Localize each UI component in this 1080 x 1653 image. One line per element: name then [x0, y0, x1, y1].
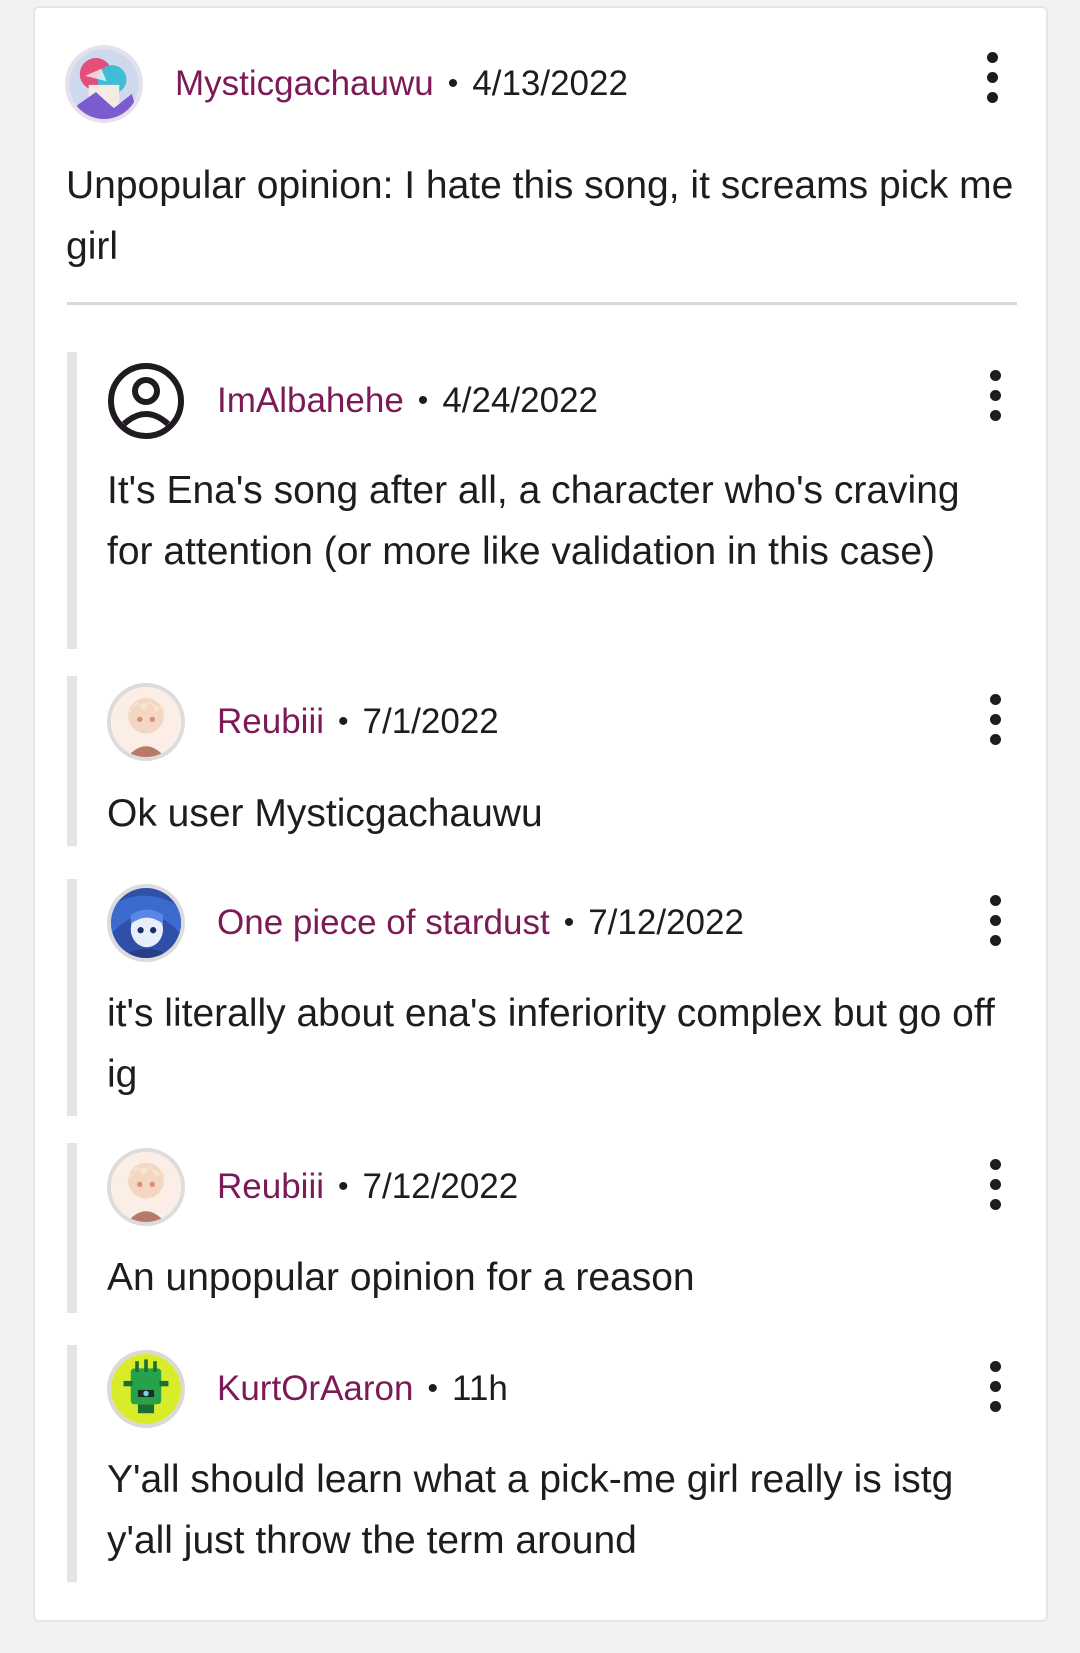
- reply-text: Y'all should learn what a pick-me girl r…: [107, 1458, 954, 1562]
- reply-date: 7/12/2022: [362, 1167, 519, 1206]
- more-vertical-icon: [989, 369, 1001, 381]
- reply-date: 11h: [451, 1369, 508, 1408]
- meta-separator: •: [427, 1372, 438, 1405]
- comment-date: 4/13/2022: [472, 64, 628, 103]
- more-options-button[interactable]: [975, 1351, 1015, 1421]
- meta-separator: •: [338, 705, 349, 738]
- reply-item: Reubiii • 7/12/2022 An unpopular opinion…: [67, 1143, 1017, 1313]
- username-link[interactable]: Reubiii: [217, 702, 324, 742]
- more-vertical-icon: [989, 894, 1001, 906]
- username-link[interactable]: ImAlbahehe: [217, 381, 404, 421]
- reply-text: It's Ena's song after all, a character w…: [107, 469, 960, 573]
- reply-header: ImAlbahehe • 4/24/2022: [107, 361, 598, 441]
- avatar[interactable]: [107, 1148, 185, 1226]
- more-vertical-icon: [989, 1360, 1001, 1372]
- reply-item: KurtOrAaron • 11h Y'all should learn wha…: [67, 1345, 1017, 1582]
- avatar[interactable]: [107, 1350, 185, 1428]
- username-link[interactable]: One piece of stardust: [217, 903, 550, 943]
- more-vertical-icon: [989, 693, 1001, 705]
- reply-item: Reubiii • 7/1/2022 Ok user Mysticgachauw…: [67, 676, 1017, 846]
- reply-text: Ok user Mysticgachauwu: [107, 792, 543, 835]
- thread-line: [67, 676, 77, 846]
- username-link[interactable]: Mysticgachauwu: [175, 64, 434, 104]
- reply-date: 4/24/2022: [442, 381, 599, 420]
- more-options-button[interactable]: [975, 360, 1015, 430]
- reply-item: ImAlbahehe • 4/24/2022 It's Ena's song a…: [67, 352, 1017, 649]
- reply-header: Reubiii • 7/1/2022: [107, 682, 499, 762]
- avatar[interactable]: [107, 683, 185, 761]
- more-vertical-icon: [986, 51, 998, 63]
- default-user-icon: [108, 363, 184, 439]
- thread-line: [67, 352, 77, 649]
- comment-thread-card: Mysticgachauwu • 4/13/2022 Unpopular opi…: [33, 6, 1048, 1622]
- meta-separator: •: [563, 906, 575, 939]
- meta-separator: •: [417, 384, 429, 417]
- anime-avatar-icon: [69, 49, 139, 119]
- thread-line: [67, 1143, 77, 1313]
- thread-line: [67, 879, 77, 1116]
- reply-text: An unpopular opinion for a reason: [107, 1256, 695, 1299]
- robot-avatar-icon: [111, 1354, 181, 1424]
- more-vertical-icon: [989, 1158, 1001, 1170]
- comment-meta: Mysticgachauwu • 4/13/2022: [175, 64, 628, 104]
- reply-date: 7/1/2022: [362, 702, 499, 741]
- reply-meta: KurtOrAaron • 11h: [217, 1369, 508, 1409]
- divider: [67, 302, 1017, 305]
- reply-header: KurtOrAaron • 11h: [107, 1349, 508, 1429]
- anime-avatar-icon: [111, 687, 181, 757]
- reply-date: 7/12/2022: [588, 903, 744, 942]
- reply-meta: One piece of stardust • 7/12/2022: [217, 903, 744, 943]
- comment-text: Unpopular opinion: I hate this song, it …: [66, 164, 1014, 268]
- avatar[interactable]: [107, 884, 185, 962]
- thread-line: [67, 1345, 77, 1582]
- username-link[interactable]: Reubiii: [217, 1167, 324, 1207]
- username-link[interactable]: KurtOrAaron: [217, 1369, 413, 1409]
- reply-text: it's literally about ena's inferiority c…: [107, 992, 995, 1096]
- meta-separator: •: [338, 1170, 349, 1203]
- more-options-button[interactable]: [975, 885, 1015, 955]
- reply-item: One piece of stardust • 7/12/2022 it's l…: [67, 879, 1017, 1116]
- meta-separator: •: [447, 67, 459, 100]
- reply-meta: Reubiii • 7/12/2022: [217, 1167, 518, 1207]
- anime-avatar-icon: [111, 1152, 181, 1222]
- reply-meta: Reubiii • 7/1/2022: [217, 702, 499, 742]
- anime-avatar-icon: [111, 888, 181, 958]
- more-options-button[interactable]: [972, 42, 1012, 112]
- reply-header: One piece of stardust • 7/12/2022: [107, 883, 744, 963]
- more-options-button[interactable]: [975, 684, 1015, 754]
- more-options-button[interactable]: [975, 1149, 1015, 1219]
- comment-header: Mysticgachauwu • 4/13/2022: [65, 44, 628, 124]
- avatar[interactable]: [107, 362, 185, 440]
- reply-meta: ImAlbahehe • 4/24/2022: [217, 381, 598, 421]
- reply-header: Reubiii • 7/12/2022: [107, 1147, 518, 1227]
- avatar[interactable]: [65, 45, 143, 123]
